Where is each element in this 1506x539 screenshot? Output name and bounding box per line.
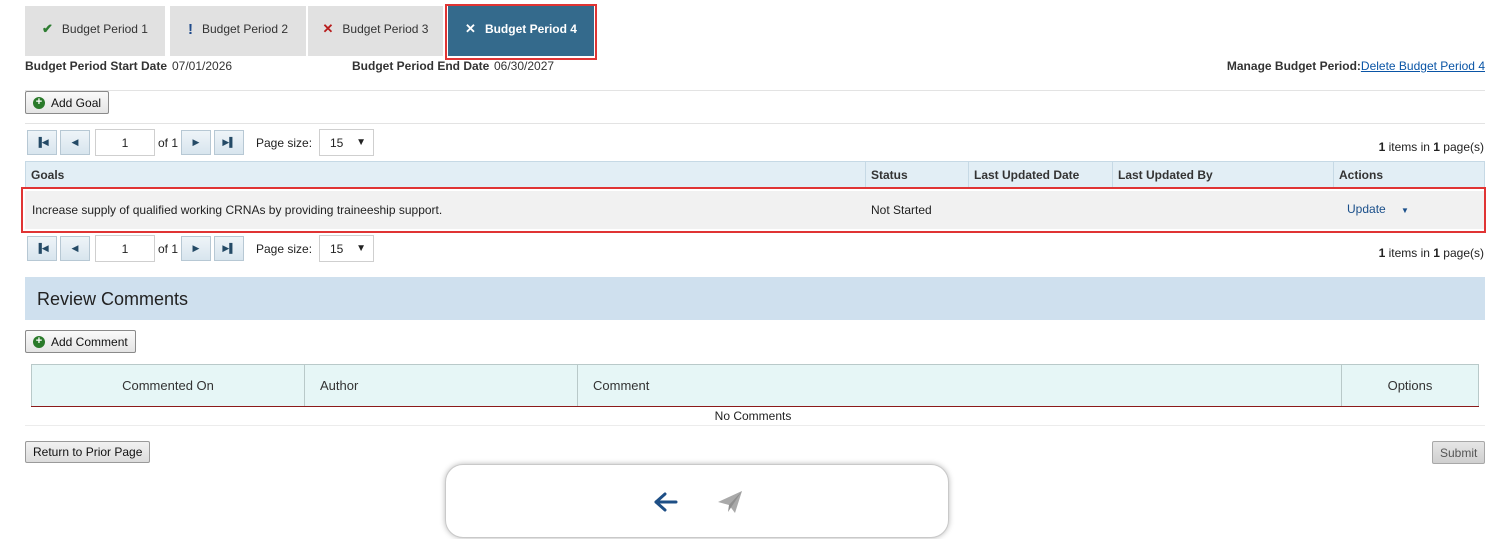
floating-nav-panel	[445, 464, 949, 538]
chevron-down-icon: ▼	[356, 243, 366, 254]
divider	[25, 425, 1485, 426]
pages-text: page(s)	[1439, 140, 1484, 154]
prev-page-button[interactable]: ◀	[60, 130, 90, 155]
active-tab-highlight	[445, 4, 597, 60]
page-of-label: of 1	[158, 242, 179, 256]
first-page-button[interactable]: ▐◀	[27, 236, 57, 261]
review-comments-header	[25, 277, 1485, 320]
prev-page-button[interactable]: ◀	[60, 236, 90, 261]
no-comments-text: No Comments	[714, 409, 792, 423]
page-size-value: 15	[330, 241, 344, 256]
plus-circle-icon: +	[33, 96, 45, 109]
add-comment-button[interactable]: + Add Comment	[25, 330, 136, 353]
column-header-last-updated-date[interactable]: Last Updated Date	[969, 161, 1113, 188]
end-date-label: Budget Period End Date	[352, 59, 490, 73]
page-of-label: of 1	[158, 136, 179, 150]
row-highlight	[21, 187, 1486, 233]
pages-text: page(s)	[1439, 246, 1484, 260]
page-size-label: Page size:	[256, 242, 313, 256]
start-date-label: Budget Period Start Date	[25, 59, 168, 73]
first-page-icon: ▐◀	[35, 243, 49, 253]
last-page-icon: ▶▌	[222, 137, 236, 147]
prev-page-icon: ◀	[71, 137, 79, 147]
column-header-last-updated-by[interactable]: Last Updated By	[1113, 161, 1334, 188]
plus-circle-icon: +	[33, 335, 45, 348]
tab-budget-period-1[interactable]: ✔ Budget Period 1	[25, 6, 165, 56]
tab-budget-period-3[interactable]: ✕ Budget Period 3	[308, 6, 443, 56]
end-date-value: 06/30/2027	[494, 59, 555, 73]
items-info: 1 items in 1 page(s)	[1379, 140, 1484, 154]
tab-label: Budget Period 3	[342, 22, 429, 36]
next-page-icon: ▶	[192, 137, 200, 147]
page-size-select[interactable]: 15 ▼	[319, 129, 374, 156]
items-text: items in	[1385, 246, 1434, 260]
page-size-value: 15	[330, 135, 344, 150]
page-size-select[interactable]: 15 ▼	[319, 235, 374, 262]
back-arrow-icon[interactable]	[653, 491, 679, 513]
add-goal-button[interactable]: + Add Goal	[25, 91, 110, 114]
first-page-button[interactable]: ▐◀	[27, 130, 57, 155]
column-header-commented-on[interactable]: Commented On	[31, 364, 305, 406]
column-header-status[interactable]: Status	[866, 161, 969, 188]
send-icon[interactable]	[716, 489, 744, 515]
start-date-value: 07/01/2026	[172, 59, 233, 73]
column-header-comment[interactable]: Comment	[577, 364, 1342, 406]
return-to-prior-page-button[interactable]: Return to Prior Page	[25, 441, 151, 463]
exclamation-icon: !	[187, 20, 193, 38]
column-header-goals[interactable]: Goals	[25, 161, 866, 188]
divider	[25, 90, 1485, 91]
return-label: Return to Prior Page	[33, 445, 143, 459]
delete-budget-period-link[interactable]: Delete Budget Period 4	[1361, 59, 1485, 73]
submit-button[interactable]: Submit	[1432, 441, 1486, 464]
pages-count: 1	[1433, 246, 1440, 260]
page-number-input[interactable]: 1	[95, 129, 155, 156]
tab-label: Budget Period 1	[61, 22, 148, 36]
divider	[25, 123, 1485, 124]
tab-label: Budget Period 2	[201, 22, 289, 36]
items-info: 1 items in 1 page(s)	[1379, 246, 1484, 260]
first-page-icon: ▐◀	[35, 137, 49, 147]
column-header-actions: Actions	[1334, 161, 1485, 188]
manage-budget-period: Manage Budget Period:Delete Budget Perio…	[1227, 59, 1485, 73]
review-comments-title: Review Comments	[37, 289, 189, 309]
next-page-button[interactable]: ▶	[181, 236, 211, 261]
column-header-author[interactable]: Author	[304, 364, 578, 406]
page-number-input[interactable]: 1	[95, 235, 155, 262]
tab-budget-period-2[interactable]: ! Budget Period 2	[170, 6, 306, 56]
last-page-button[interactable]: ▶▌	[214, 130, 244, 155]
next-page-button[interactable]: ▶	[181, 130, 211, 155]
last-page-icon: ▶▌	[222, 243, 236, 253]
add-goal-label: Add Goal	[51, 95, 102, 110]
next-page-icon: ▶	[192, 243, 200, 253]
page-size-label: Page size:	[256, 136, 313, 150]
pages-count: 1	[1433, 140, 1440, 154]
items-text: items in	[1385, 140, 1434, 154]
last-page-button[interactable]: ▶▌	[214, 236, 244, 261]
check-icon: ✔	[42, 21, 53, 36]
column-header-options: Options	[1341, 364, 1479, 406]
prev-page-icon: ◀	[71, 243, 79, 253]
manage-label: Manage Budget Period:	[1226, 59, 1361, 73]
add-comment-label: Add Comment	[51, 334, 128, 349]
chevron-down-icon: ▼	[356, 137, 366, 148]
submit-label: Submit	[1440, 445, 1478, 460]
header-underline	[31, 406, 1479, 407]
x-icon: ✕	[322, 21, 334, 36]
